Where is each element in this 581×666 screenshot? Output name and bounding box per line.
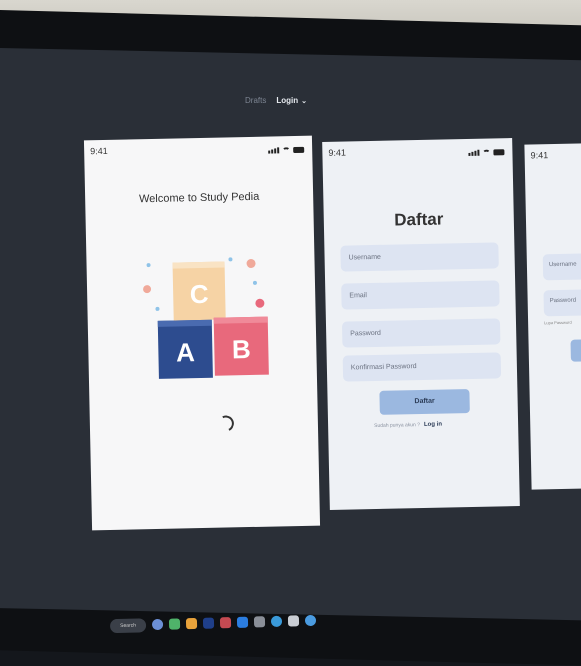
battery-icon	[493, 149, 505, 156]
status-time: 9:41	[530, 150, 549, 161]
frame-splash[interactable]: 9:41 Welcome to Study Pedia C A B	[83, 135, 321, 531]
vscode-icon[interactable]	[236, 616, 249, 628]
edge-icon[interactable]	[270, 615, 283, 628]
forgot-password-link[interactable]: Lupa Password	[544, 320, 572, 326]
status-bar: 9:41	[90, 142, 305, 157]
login-prompt-text: Sudah punya akun ?	[374, 422, 421, 430]
wifi-icon	[282, 147, 291, 154]
chrome-icon[interactable]	[151, 618, 164, 631]
register-title: Daftar	[394, 209, 444, 230]
frame-register[interactable]: 9:41 Daftar Username Email Password Konf…	[322, 138, 520, 510]
chevron-down-icon: ⌄	[301, 98, 307, 105]
signal-icon	[267, 143, 280, 154]
page-name: Login	[276, 96, 299, 105]
frame-login[interactable]: 9:41 Username Password Lupa Password	[524, 143, 581, 490]
welcome-title: Welcome to Study Pedia	[138, 190, 260, 206]
login-prompt: Sudah punya akun ? Log in	[374, 422, 442, 429]
login-password-field[interactable]: Password	[543, 289, 581, 317]
loading-spinner-icon	[215, 413, 237, 434]
decor-dot	[255, 298, 265, 308]
settings-icon[interactable]	[304, 614, 317, 627]
login-link[interactable]: Log in	[424, 422, 442, 428]
status-bar: 9:41	[328, 144, 505, 158]
status-icons	[467, 145, 505, 156]
app-icon[interactable]	[287, 615, 300, 627]
status-icons	[267, 143, 305, 154]
signal-icon	[467, 146, 480, 156]
top-navigation: Drafts Login ⌄	[245, 96, 307, 105]
status-bar: 9:41	[530, 150, 577, 161]
app-icon[interactable]	[219, 617, 232, 629]
abc-blocks-illustration: C A B	[142, 250, 285, 383]
decor-dot	[142, 285, 152, 294]
taskbar-search[interactable]: Search	[109, 617, 147, 633]
login-username-field[interactable]: Username	[542, 253, 581, 281]
wifi-icon	[482, 149, 491, 156]
status-time: 9:41	[90, 145, 108, 157]
decor-dot	[252, 280, 258, 285]
block-c: C	[172, 261, 226, 321]
login-button[interactable]	[570, 339, 581, 362]
block-b: B	[213, 316, 269, 376]
folder-icon[interactable]	[185, 617, 198, 630]
decor-dot	[155, 306, 160, 311]
decor-dot	[228, 257, 233, 262]
app-icon[interactable]	[253, 616, 266, 628]
page-selector[interactable]: Login ⌄	[276, 96, 307, 105]
drafts-link[interactable]: Drafts	[245, 96, 266, 105]
decor-dot	[146, 263, 151, 268]
decor-dot	[246, 258, 256, 269]
register-button[interactable]: Daftar	[379, 389, 470, 415]
password-field[interactable]: Password	[341, 318, 501, 348]
block-a: A	[157, 319, 213, 379]
battery-icon	[293, 146, 305, 154]
email-field[interactable]: Email	[341, 280, 500, 310]
username-field[interactable]: Username	[340, 242, 499, 272]
confirm-password-field[interactable]: Konfirmasi Password	[342, 352, 502, 382]
whatsapp-icon[interactable]	[168, 618, 181, 630]
status-time: 9:41	[328, 147, 347, 158]
photoshop-icon[interactable]	[202, 617, 215, 629]
